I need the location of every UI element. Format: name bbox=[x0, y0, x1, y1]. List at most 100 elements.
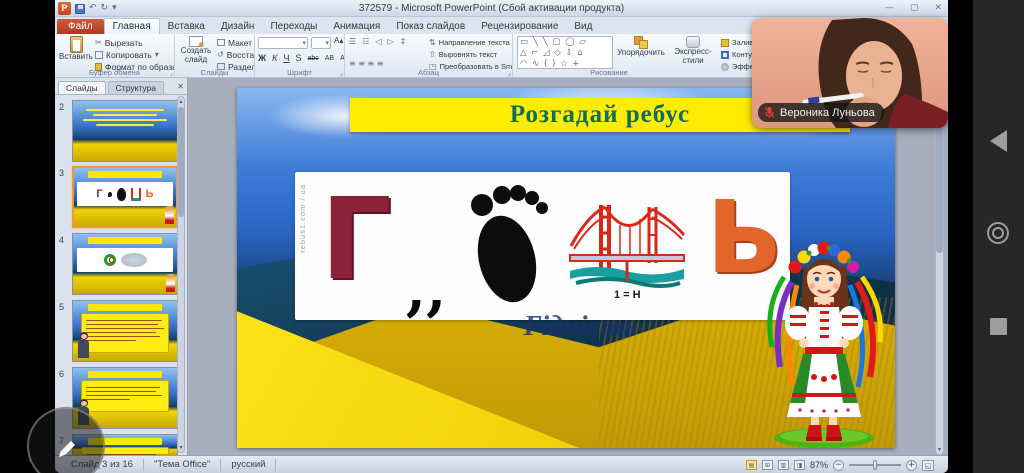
group-clipboard: Вставить ✂ Вырезать Копировать ▾ Формат … bbox=[55, 34, 175, 77]
tab-file[interactable]: Файл bbox=[57, 19, 104, 34]
font-group-label: Шрифт bbox=[255, 68, 344, 77]
alignment-buttons[interactable]: ≡ ≡ ≡ ≡ bbox=[349, 59, 383, 68]
tab-slides-thumbnails[interactable]: Слайды bbox=[58, 81, 106, 94]
close-icon[interactable]: ✕ bbox=[934, 1, 942, 15]
fit-to-window-button[interactable]: ◱ bbox=[922, 460, 934, 471]
strikethrough-button[interactable]: abc bbox=[306, 55, 319, 62]
zoom-slider[interactable] bbox=[849, 464, 901, 466]
arrange-icon bbox=[634, 36, 649, 49]
tab-outline[interactable]: Структура bbox=[108, 81, 164, 94]
maximize-icon[interactable]: ▢ bbox=[910, 1, 919, 15]
participant-name-tag: Вероника Луньова bbox=[758, 103, 884, 122]
language-indicator[interactable]: русский bbox=[221, 459, 276, 471]
line-spacing-icon[interactable]: ↕ bbox=[400, 37, 407, 47]
shapes-row-1[interactable]: ▭ ╲ ╲ ▢ ◯ ▱ bbox=[520, 37, 610, 48]
new-slide-button[interactable]: Создать слайд bbox=[177, 36, 215, 65]
bullets-icon[interactable]: ☰ bbox=[349, 37, 356, 47]
paragraph-dialog-launcher[interactable]: ⌟ bbox=[508, 69, 511, 77]
slide-number: 3 bbox=[59, 168, 64, 178]
slide-number: 5 bbox=[59, 302, 64, 312]
panel-close-icon[interactable]: ✕ bbox=[177, 82, 184, 91]
qat-dropdown-icon[interactable]: ▾ bbox=[112, 2, 117, 15]
shape-outline-icon bbox=[721, 51, 729, 59]
slide-canvas[interactable]: Розгадай ребус rebus1.com / ua Г ,, bbox=[237, 88, 895, 448]
reset-button[interactable]: ↺ Восстановить bbox=[217, 49, 255, 60]
save-icon[interactable] bbox=[75, 4, 85, 14]
redo-icon[interactable]: ↻ bbox=[101, 2, 109, 15]
slide-thumbnail-5[interactable] bbox=[72, 300, 178, 362]
shadow-button[interactable]: S bbox=[294, 53, 302, 63]
slide-thumbnail-4[interactable] bbox=[72, 233, 178, 295]
android-back-icon[interactable] bbox=[990, 130, 1007, 152]
quick-access-toolbar: P ↶ ↻ ▾ bbox=[58, 1, 117, 16]
tab-home[interactable]: Главная bbox=[104, 18, 160, 34]
font-name-select[interactable]: ▾ bbox=[258, 37, 308, 49]
scroll-up-icon[interactable]: ▴ bbox=[178, 98, 184, 105]
clipboard-dialog-launcher[interactable]: ⌟ bbox=[170, 69, 173, 77]
undo-icon[interactable]: ↶ bbox=[89, 2, 97, 15]
normal-view-button[interactable]: ▤ bbox=[746, 460, 757, 470]
grow-font-button[interactable]: А▴ bbox=[333, 36, 344, 45]
tab-insert[interactable]: Вставка bbox=[160, 19, 213, 34]
android-nav-bar bbox=[973, 0, 1024, 473]
tab-animations[interactable]: Анимация bbox=[325, 19, 388, 34]
tab-review[interactable]: Рецензирование bbox=[473, 19, 566, 34]
slide-area-scrollbar[interactable]: ▴ ▾ bbox=[935, 78, 944, 455]
android-recents-icon[interactable] bbox=[990, 318, 1007, 335]
scroll-down-icon[interactable]: ▾ bbox=[178, 444, 184, 451]
numbering-icon[interactable]: ☷ bbox=[362, 37, 369, 47]
powerpoint-logo-icon[interactable]: P bbox=[58, 2, 71, 15]
tab-design[interactable]: Дизайн bbox=[213, 19, 263, 34]
increase-indent-icon[interactable]: ▷ bbox=[388, 37, 394, 47]
slide-editing-area[interactable]: Розгадай ребус rebus1.com / ua Г ,, bbox=[188, 78, 948, 455]
group-slides: Создать слайд Макет ↺ Восстановить Разде… bbox=[175, 34, 255, 77]
new-slide-icon bbox=[189, 36, 203, 47]
slide-thumbnail-2[interactable] bbox=[72, 100, 178, 162]
italic-button[interactable]: К bbox=[271, 53, 278, 63]
arrange-button[interactable]: Упорядочить bbox=[617, 36, 665, 58]
scroll-down-icon[interactable]: ▾ bbox=[936, 446, 943, 453]
slide-number: 6 bbox=[59, 369, 64, 379]
text-direction-button[interactable]: ⇅ Направление текста bbox=[429, 37, 510, 48]
tab-transitions[interactable]: Переходы bbox=[262, 19, 325, 34]
zoom-in-button[interactable]: + bbox=[906, 460, 917, 471]
layout-button[interactable]: Макет bbox=[217, 37, 252, 48]
webcam-overlay[interactable]: Вероника Луньова bbox=[752, 18, 948, 128]
minimize-icon[interactable]: — bbox=[885, 1, 894, 15]
zoom-level[interactable]: 87% bbox=[810, 460, 828, 470]
copy-button[interactable]: Копировать ▾ bbox=[95, 49, 159, 60]
rebus-answer: Гідність bbox=[465, 310, 695, 343]
decrease-indent-icon[interactable]: ◁ bbox=[375, 37, 381, 47]
paste-icon bbox=[70, 36, 83, 53]
slide-sorter-view-button[interactable]: ⊞ bbox=[762, 460, 773, 470]
cut-button[interactable]: ✂ Вырезать bbox=[95, 37, 143, 48]
bold-button[interactable]: Ж bbox=[257, 53, 267, 63]
window-title: 372579 - Microsoft PowerPoint (Сбой акти… bbox=[155, 0, 828, 17]
zoom-out-button[interactable]: − bbox=[833, 460, 844, 471]
font-size-select[interactable]: ▾ bbox=[311, 37, 331, 49]
slideshow-view-button[interactable]: ◨ bbox=[794, 460, 805, 470]
slide-thumbnail-3-selected[interactable]: Г Ь bbox=[72, 166, 178, 228]
font-dialog-launcher[interactable]: ⌟ bbox=[340, 69, 343, 77]
paste-button[interactable]: Вставить bbox=[60, 36, 92, 62]
scrollbar-thumb[interactable] bbox=[178, 107, 184, 217]
slides-group-label: Слайды bbox=[175, 68, 254, 77]
char-spacing-button[interactable]: АВ bbox=[324, 55, 335, 62]
thumb-text-lines bbox=[73, 109, 177, 126]
theme-name[interactable]: "Тема Office" bbox=[144, 459, 221, 471]
rebus-image[interactable]: rebus1.com / ua Г ,, bbox=[295, 172, 790, 320]
group-drawing: ▭ ╲ ╲ ▢ ◯ ▱ △ ⌐ ◿ ◇ ⇩ ⌂ ◠ ∿ ( ) ☆ + Упор… bbox=[513, 34, 765, 77]
align-text-button[interactable]: ⇧ Выровнять текст bbox=[429, 49, 497, 60]
shapes-row-2[interactable]: △ ⌐ ◿ ◇ ⇩ ⌂ bbox=[520, 48, 610, 59]
slide-number: 4 bbox=[59, 235, 64, 245]
shapes-gallery[interactable]: ▭ ╲ ╲ ▢ ◯ ▱ △ ⌐ ◿ ◇ ⇩ ⌂ ◠ ∿ ( ) ☆ + bbox=[517, 36, 613, 69]
reading-view-button[interactable]: ▥ bbox=[778, 460, 789, 470]
zoom-slider-knob[interactable] bbox=[873, 460, 877, 470]
android-home-icon[interactable] bbox=[987, 222, 1009, 244]
tab-view[interactable]: Вид bbox=[566, 19, 600, 34]
underline-button[interactable]: Ч bbox=[282, 53, 290, 63]
slides-panel-scrollbar[interactable]: ▴ ▾ bbox=[177, 96, 185, 453]
quick-styles-button[interactable]: Экспресс-стили bbox=[667, 36, 719, 66]
tab-slideshow[interactable]: Показ слайдов bbox=[388, 19, 473, 34]
workspace: Слайды Структура ✕ 2 3 Г bbox=[55, 78, 948, 455]
